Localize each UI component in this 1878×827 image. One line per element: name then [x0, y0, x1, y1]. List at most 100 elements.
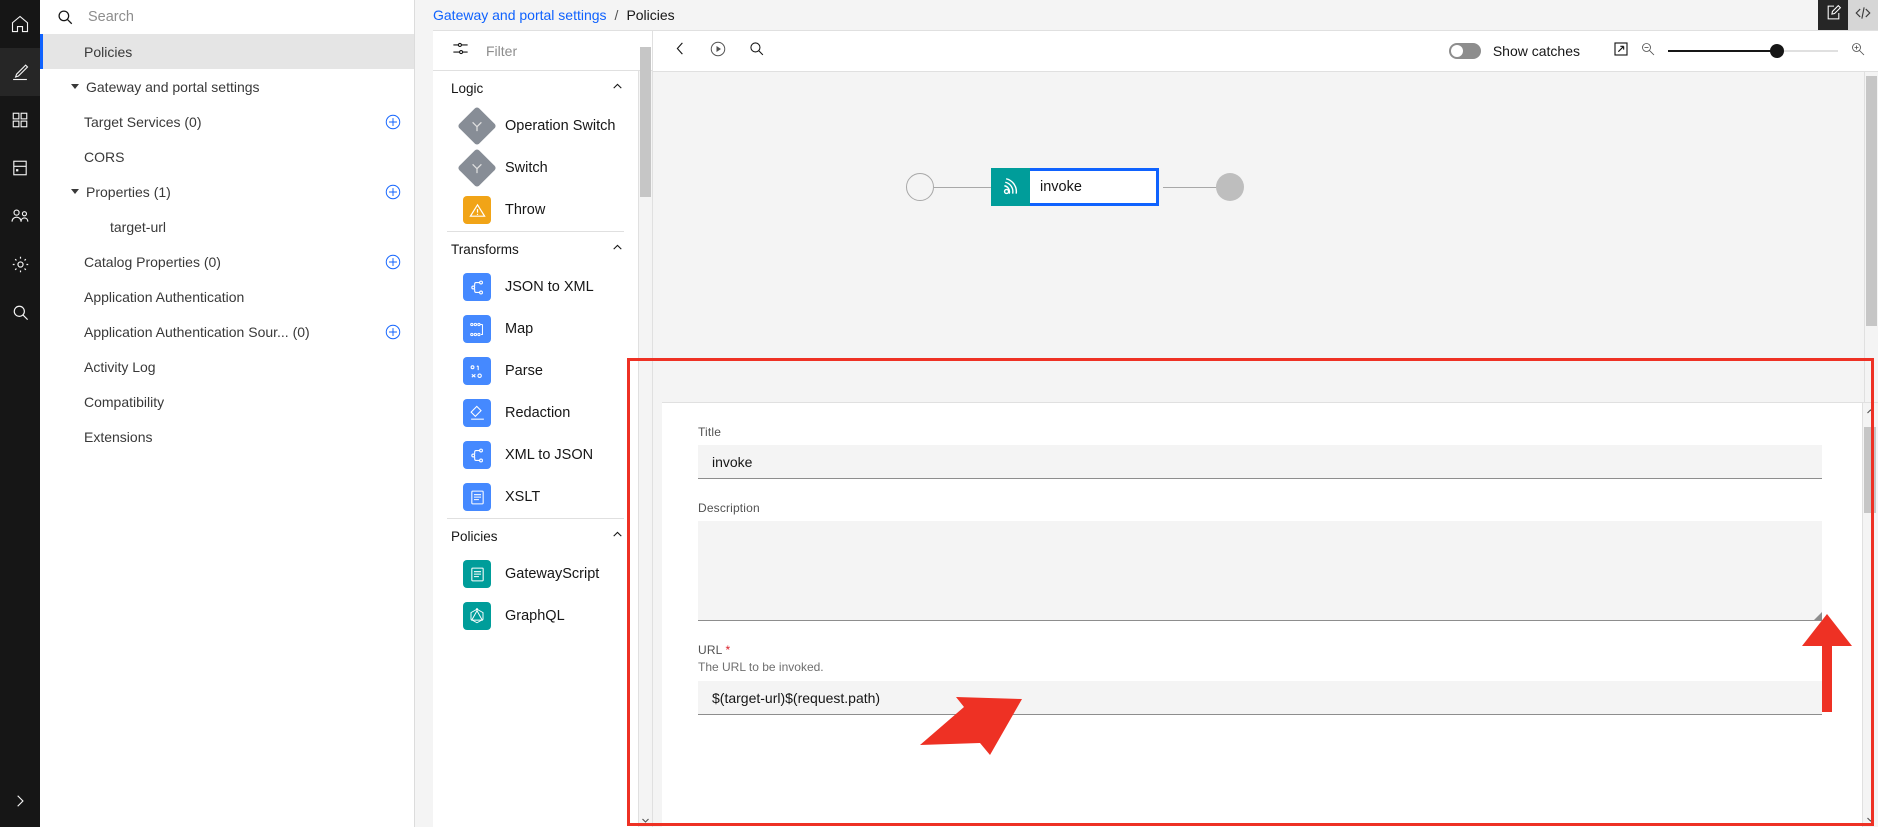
rail-expand-button[interactable] [0, 779, 40, 827]
nav-item-cors[interactable]: CORS [40, 139, 414, 174]
nav-item-gateway-and-portal-settings[interactable]: Gateway and portal settings [40, 69, 414, 104]
palette-filter-input[interactable] [486, 43, 616, 59]
nav-item-catalog-properties[interactable]: Catalog Properties (0) [40, 244, 414, 279]
filter-sliders-icon [451, 39, 470, 63]
nav-item-policies[interactable]: Policies [40, 34, 414, 69]
title-label: Title [698, 425, 1822, 439]
warning-icon [463, 196, 491, 224]
settings-gear-icon [11, 255, 30, 274]
nav-item-target-url[interactable]: target-url [40, 209, 414, 244]
palette-item-operation-switch[interactable]: Operation Switch [433, 105, 638, 147]
palette-group-logic[interactable]: Logic [433, 71, 638, 105]
palette-item-label: Parse [505, 363, 543, 379]
resize-grip-icon[interactable] [1813, 612, 1822, 621]
caret-down-icon[interactable] [71, 189, 79, 194]
palette-group-policies[interactable]: Policies [433, 519, 638, 553]
members-button[interactable] [0, 192, 40, 240]
nav-item-activity-log[interactable]: Activity Log [40, 349, 414, 384]
document-lines-icon [463, 483, 491, 511]
palette-scroll-thumb[interactable] [640, 47, 651, 197]
source-code-button[interactable] [1848, 0, 1878, 30]
flow-end-node[interactable] [1216, 173, 1244, 201]
add-circle-icon[interactable] [384, 253, 402, 271]
zoom-in-icon[interactable] [1850, 41, 1866, 62]
flow-wire-out [1163, 187, 1218, 188]
develop-pencil-button[interactable] [0, 48, 40, 96]
nav-item-label: Compatibility [84, 394, 164, 410]
main-area: Gateway and portal settings / Policies [415, 0, 1878, 827]
form-vertical-scrollbar[interactable] [1862, 403, 1878, 827]
url-input[interactable] [698, 681, 1822, 715]
play-circle-icon [709, 40, 727, 63]
code-brackets-icon [1854, 4, 1872, 27]
palette-item-redaction[interactable]: Redaction [433, 392, 638, 434]
rail-search-button[interactable] [0, 288, 40, 336]
palette-group-title: Policies [451, 529, 498, 544]
palette-filter-bar[interactable] [433, 31, 652, 71]
canvas-search-button[interactable] [737, 32, 775, 70]
search-icon [748, 40, 765, 62]
caret-down-icon[interactable] [71, 84, 79, 89]
palette-item-label: XML to JSON [505, 447, 593, 463]
palette-item-switch[interactable]: Switch [433, 147, 638, 189]
palette-item-label: Throw [505, 202, 545, 218]
nav-item-compatibility[interactable]: Compatibility [40, 384, 414, 419]
apps-grid-button[interactable] [0, 96, 40, 144]
field-title: Title [698, 425, 1822, 479]
palette-item-xslt[interactable]: XSLT [433, 476, 638, 518]
nav-item-application-authentication[interactable]: Application Authentication [40, 279, 414, 314]
nav-search-input[interactable] [88, 9, 388, 25]
palette-group-title: Logic [451, 81, 483, 96]
add-circle-icon[interactable] [384, 323, 402, 341]
zoom-slider-knob[interactable] [1770, 44, 1784, 58]
form-scroll-up-arrow-icon[interactable] [1862, 403, 1878, 419]
url-help-text: The URL to be invoked. [698, 660, 1822, 674]
nav-item-properties[interactable]: Properties (1) [40, 174, 414, 209]
palette-item-throw[interactable]: Throw [433, 189, 638, 231]
palette-item-json-to-xml[interactable]: JSON to XML [433, 266, 638, 308]
palette-group-transforms[interactable]: Transforms [433, 232, 638, 266]
zoom-slider[interactable] [1668, 50, 1838, 52]
form-scroll-down-arrow-icon[interactable] [1862, 811, 1878, 827]
nav-item-label: Application Authentication [84, 289, 244, 305]
fit-to-screen-button[interactable] [1602, 32, 1640, 70]
flow-node-invoke[interactable]: invoke [991, 168, 1159, 206]
edit-document-button[interactable] [1818, 0, 1848, 30]
description-textarea[interactable] [698, 521, 1822, 621]
add-circle-icon[interactable] [384, 183, 402, 201]
nav-item-extensions[interactable]: Extensions [40, 419, 414, 454]
add-circle-icon[interactable] [384, 113, 402, 131]
canvas-run-test-button[interactable] [699, 32, 737, 70]
chevron-up-icon[interactable] [611, 80, 624, 96]
title-input[interactable] [698, 445, 1822, 479]
palette-item-gatewayscript[interactable]: GatewayScript [433, 553, 638, 595]
nav-item-list: Policies Gateway and portal settings Tar… [40, 34, 414, 454]
show-catches-toggle[interactable] [1449, 43, 1481, 59]
flow-node-title[interactable]: invoke [1030, 168, 1159, 206]
form-scroll-thumb[interactable] [1864, 427, 1876, 513]
nav-item-target-services[interactable]: Target Services (0) [40, 104, 414, 139]
node-properties-form: Title Description URL* [662, 402, 1878, 827]
palette-item-map[interactable]: Map [433, 308, 638, 350]
chevron-up-icon[interactable] [611, 528, 624, 544]
catalog-button[interactable] [0, 144, 40, 192]
canvas-back-button[interactable] [661, 32, 699, 70]
left-icon-rail [0, 0, 40, 827]
nav-search-bar[interactable] [40, 0, 414, 34]
document-lines-icon [463, 560, 491, 588]
breadcrumb-parent-link[interactable]: Gateway and portal settings [433, 7, 607, 23]
policy-palette: Logic Operation Switch [433, 31, 653, 827]
palette-item-parse[interactable]: Parse [433, 350, 638, 392]
zoom-out-icon[interactable] [1640, 41, 1656, 62]
nav-item-application-authentication-sources[interactable]: Application Authentication Sour... (0) [40, 314, 414, 349]
policy-editor: Logic Operation Switch [433, 30, 1878, 827]
palette-item-xml-to-json[interactable]: XML to JSON [433, 434, 638, 476]
canvas-scroll-thumb[interactable] [1866, 76, 1877, 326]
home-icon-button[interactable] [0, 0, 40, 48]
settings-button[interactable] [0, 240, 40, 288]
palette-item-graphql[interactable]: GraphQL [433, 595, 638, 637]
chevron-up-icon[interactable] [611, 241, 624, 257]
flow-wire-in [934, 187, 991, 188]
flow-start-node[interactable] [906, 173, 934, 201]
scroll-down-arrow-icon[interactable] [639, 813, 653, 827]
